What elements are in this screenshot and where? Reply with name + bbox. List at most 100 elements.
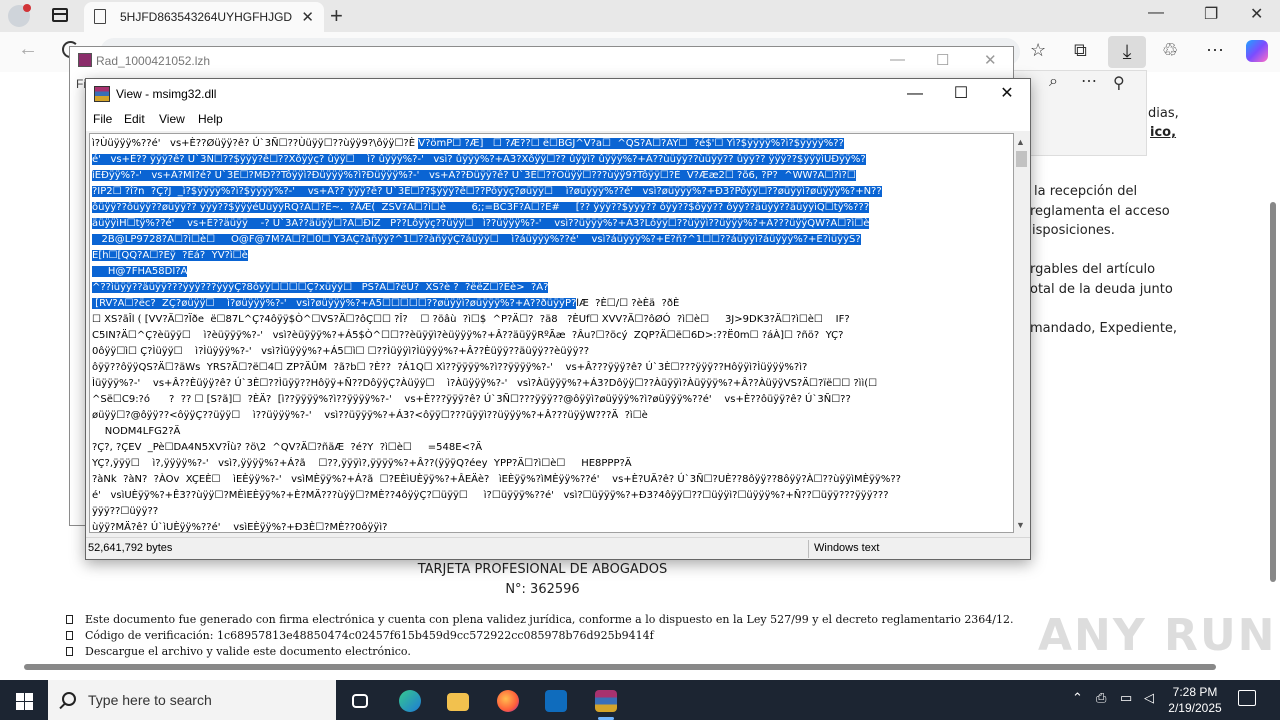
start-button[interactable] xyxy=(0,680,48,720)
selected-text[interactable]: H@7FHA58DI?Ä xyxy=(92,266,188,277)
doc-text-fragment: rgables del artículo xyxy=(1030,262,1156,277)
binary-text-line[interactable]: äüÿÿìH☐tÿ%??é' vs+È??äüÿÿ -? Ú`3Ä??äüÿÿ☐… xyxy=(92,216,1012,232)
binary-text-line[interactable]: C5IN?Ä☐^Ç?èüÿÿ☐ ì?èüÿÿÿ%?-' vsì?èüÿÿÿ%?+… xyxy=(92,328,1012,344)
binary-text-line[interactable]: NODM4LFG2?Ä xyxy=(92,424,1012,440)
more-options-icon[interactable]: ⋯ xyxy=(1206,40,1224,61)
taskbar-search-box[interactable]: Type here to search xyxy=(48,680,336,720)
selected-text[interactable]: ^??ìüÿÿ??äüÿÿ???ÿÿÿ???ÿÿÿÇ?8ôÿÿ☐☐☐☐Ç?xüÿ… xyxy=(92,282,549,293)
binary-text-line[interactable]: ^??ìüÿÿ??äüÿÿ???ÿÿÿ???ÿÿÿÇ?8ôÿÿ☐☐☐☐Ç?xüÿ… xyxy=(92,280,1012,296)
menu-help[interactable]: Help xyxy=(198,112,223,126)
page-horizontal-scrollbar[interactable] xyxy=(24,662,1224,671)
windows-logo-pane xyxy=(25,693,33,701)
binary-text-line[interactable]: Ë[h☐[QQ?Ä☐?Èÿ ?Éá? YV?ì☐è xyxy=(92,248,1012,264)
binary-text-line[interactable]: øüÿÿ☐?@ôÿÿ??<ôÿÿÇ??üÿÿ☐ ì??üÿÿÿ%?-' vsì?… xyxy=(92,408,1012,424)
profile-avatar[interactable] xyxy=(8,4,31,27)
tray-volume-icon[interactable]: ◁ xyxy=(1144,690,1154,706)
unselected-text: ☐ XS?ãÎl ( [VV?Ä☐?Ïðe ë☐87L^Ç?4ôÿÿ$Ò^☐VS… xyxy=(92,314,850,325)
scrollbar-thumb[interactable] xyxy=(1016,151,1027,167)
favorite-star-icon[interactable]: ☆ xyxy=(1030,40,1046,61)
binary-text-line[interactable]: é' vs+È?? ÿÿÿ?ê? Ú`3Ñ☐??$ÿÿÿ?ê☐??Xôÿÿç? … xyxy=(92,152,1012,168)
firefox-icon[interactable] xyxy=(488,684,528,720)
winrar-icon xyxy=(94,86,110,102)
selected-text[interactable]: äüÿÿìH☐tÿ%??é' vs+È??äüÿÿ -? Ú`3Ä??äüÿÿ☐… xyxy=(92,218,870,229)
collections-icon[interactable]: ⧉ xyxy=(1074,40,1087,61)
binary-text-line[interactable]: ÿÿÿ??☐üÿÿ?? xyxy=(92,504,1012,520)
new-tab-button[interactable]: + xyxy=(330,3,343,29)
binary-text-line[interactable]: Ìüÿÿÿ%?-' vs+Â??Èüÿÿ?ê? Ú`3È☐??Ìüÿÿ??Hôÿ… xyxy=(92,376,1012,392)
menu-edit[interactable]: Edit xyxy=(124,112,145,126)
tray-network-icon[interactable]: ▭ xyxy=(1120,690,1132,706)
menu-file[interactable]: File xyxy=(93,112,112,126)
bullet-text: Este documento fue generado con firma el… xyxy=(85,613,1014,626)
selected-text[interactable]: ôüÿÿ??ôüÿÿ??øüÿÿ?? ÿÿÿ??$ÿÿÿéÜüÿÿRQ?Ä☐?Ê… xyxy=(92,202,870,213)
rar-maximize-button[interactable]: ☐ xyxy=(936,51,949,69)
binary-text-view[interactable]: ì?Ùüÿÿÿ%??é' vs+È??Øüÿÿ?ê? Ú`3Ñ☐??Ùüÿÿ☐?… xyxy=(89,133,1014,533)
binary-text-line[interactable]: ôÿÿ??ôÿÿQS?Ä☐?äWs YRS?Ä☐?ë☐4☐ ZP?ÄÛM ?ã?… xyxy=(92,360,1012,376)
pdf-search-icon[interactable]: ⌕ xyxy=(1049,73,1058,91)
menu-view[interactable]: View xyxy=(159,112,185,126)
scrollbar-thumb[interactable] xyxy=(1270,202,1276,582)
browser-restore-button[interactable]: ❐ xyxy=(1204,4,1218,24)
pdf-pin-icon[interactable]: ⚲ xyxy=(1113,73,1125,93)
taskbar-clock[interactable]: 7:28 PM 2/19/2025 xyxy=(1160,684,1230,716)
scroll-up-arrow-icon[interactable]: ▲ xyxy=(1016,137,1025,147)
binary-text-line[interactable]: ôüÿÿ??ôüÿÿ??øüÿÿ?? ÿÿÿ??$ÿÿÿéÜüÿÿRQ?Ä☐?Ê… xyxy=(92,200,1012,216)
download-icon[interactable]: ⤓ xyxy=(1108,36,1146,68)
winrar-taskbar-icon[interactable] xyxy=(586,684,626,720)
binary-text-line[interactable]: YÇ?,ÿÿÿ☐ ì?,ÿÿÿÿ%?-' vsì?,ÿÿÿÿ%?+Á?ã ☐??… xyxy=(92,456,1012,472)
file-viewer-window[interactable]: View - msimg32.dll — ☐ ✕ File Edit View … xyxy=(85,78,1031,560)
binary-text-line[interactable]: [RV?Ä☐?ëc? ZÇ?øüÿÿ☐ ì?øüÿÿÿ%?-' vsì?øüÿÿ… xyxy=(92,296,1012,312)
pdf-more-icon[interactable]: ⋯ xyxy=(1081,71,1097,91)
profile-status-dot xyxy=(23,4,31,12)
viewer-minimize-button[interactable]: — xyxy=(892,82,938,106)
outlook-icon[interactable] xyxy=(536,684,576,720)
rar-minimize-button[interactable]: — xyxy=(890,51,905,68)
selected-text[interactable]: V?ömP☐ ?Æ] ☐ ?Æ??☐ ë☐BGJ^V?a☐ ^QS?Ä☐?ÁÝ☐… xyxy=(418,138,844,149)
status-divider xyxy=(808,540,809,558)
tray-chevron-icon[interactable]: ⌃ xyxy=(1072,690,1083,706)
scrollbar-thumb[interactable] xyxy=(24,664,1216,670)
scroll-down-arrow-icon[interactable]: ▼ xyxy=(1016,520,1025,530)
binary-text-line[interactable]: ìEÐÿÿ%?-' vs+Á?MÌ?é? Ú`3È☐?MÐ??Tôÿÿì?Ðüÿ… xyxy=(92,168,1012,184)
binary-text-line[interactable]: é' vsìUÈÿÿ%?+Ê3??ùÿÿ☐?MÈìEÈÿÿ%?+È?MÄ???ù… xyxy=(92,488,1012,504)
bullet-marker xyxy=(66,615,73,624)
viewer-menu-bar: File Edit View Help xyxy=(86,109,1030,131)
binary-text-line[interactable]: H@7FHA58DI?Ä xyxy=(92,264,1012,280)
binary-text-line[interactable]: 2B@LP9728?Ä☐?ì☐è☐ O@F@7M?Ä☐?☐0☐ Y3ÀÇ?àñÿ… xyxy=(92,232,1012,248)
tab-close-icon[interactable]: ✕ xyxy=(301,8,314,26)
edge-icon[interactable] xyxy=(390,684,430,720)
binary-text-line[interactable]: ☐ XS?ãÎl ( [VV?Ä☐?Ïðe ë☐87L^Ç?4ôÿÿ$Ò^☐VS… xyxy=(92,312,1012,328)
browser-tab-active[interactable]: 5HJFD863543264UYHGFHJGDF86 ✕ xyxy=(84,2,324,32)
selected-text[interactable]: ?ÏP2☐ ?î?n ?Ç?J _ì?$ÿÿÿÿ%?ì?$ÿÿÿÿ%?-' vs… xyxy=(92,186,882,197)
tab-actions-icon[interactable] xyxy=(52,8,68,22)
doc-text-fragment: la recepción del xyxy=(1034,184,1138,199)
viewer-maximize-button[interactable]: ☐ xyxy=(938,82,984,106)
binary-text-line[interactable]: ?àNk ?àN? ?ÀOv XÇEÈ☐ ìEÈÿÿ%?-' vsìMÈÿÿ%?… xyxy=(92,472,1012,488)
back-arrow-icon[interactable]: ← xyxy=(18,38,38,61)
doc-bullet-signature: Este documento fue generado con firma el… xyxy=(66,613,1014,626)
binary-text-line[interactable]: ùÿÿ?MÄ?ê? Ú`ìUÈÿÿ%??é' vsìEÈÿÿ%?+Ð3È☐?MÈ… xyxy=(92,520,1012,532)
viewer-close-button[interactable]: ✕ xyxy=(984,82,1030,106)
copilot-icon[interactable] xyxy=(1246,40,1268,62)
binary-text-line[interactable]: ?Ç?, ?ÇEV _Pè☐DA4N5XV?Îù? ?ö\2 ^QV?Ä☐?ñä… xyxy=(92,440,1012,456)
binary-text-line[interactable]: ^Së☐C9:?ó ? ?? ☐ [S?ã]☐ ?ÈÄ? [ì??ÿÿÿÿ%?ì… xyxy=(92,392,1012,408)
browser-minimize-button[interactable]: — xyxy=(1148,4,1164,22)
tray-device-icon[interactable]: ⎙ xyxy=(1096,690,1106,706)
binary-text-line[interactable]: ì?Ùüÿÿÿ%??é' vs+È??Øüÿÿ?ê? Ú`3Ñ☐??Ùüÿÿ☐?… xyxy=(92,136,1012,152)
page-vertical-scrollbar[interactable] xyxy=(1268,124,1278,594)
extensions-icon[interactable]: ♲ xyxy=(1162,40,1178,61)
selected-text[interactable]: 2B@LP9728?Ä☐?ì☐è☐ O@F@7M?Ä☐?☐0☐ Y3ÀÇ?àñÿ… xyxy=(92,234,861,245)
binary-text-line[interactable]: 0ôÿÿ☐ì☐ Ç?Ìüÿÿ☐ ì?Ìüÿÿÿ%?-' vsì?Ìüÿÿÿ%?+… xyxy=(92,344,1012,360)
binary-text-line[interactable]: ?ÏP2☐ ?î?n ?Ç?J _ì?$ÿÿÿÿ%?ì?$ÿÿÿÿ%?-' vs… xyxy=(92,184,1012,200)
selected-text[interactable]: [RV?Ä☐?ëc? ZÇ?øüÿÿ☐ ì?øüÿÿÿ%?-' vsì?øüÿÿ… xyxy=(92,298,577,309)
notification-icon[interactable] xyxy=(1238,690,1256,706)
selected-text[interactable]: é' vs+È?? ÿÿÿ?ê? Ú`3Ñ☐??$ÿÿÿ?ê☐??Xôÿÿç? … xyxy=(92,154,866,165)
rar-close-button[interactable]: ✕ xyxy=(984,51,997,69)
selected-text[interactable]: ìEÐÿÿ%?-' vs+Á?MÌ?é? Ú`3È☐?MÐ??Tôÿÿì?Ðüÿ… xyxy=(92,170,856,181)
selected-text[interactable]: Ë[h☐[QQ?Ä☐?Èÿ ?Éá? YV?ì☐è xyxy=(92,250,248,261)
viewer-vertical-scrollbar[interactable]: ▲ ▼ xyxy=(1014,135,1029,533)
task-view-icon[interactable] xyxy=(340,684,380,720)
browser-close-button[interactable]: ✕ xyxy=(1250,4,1263,24)
file-explorer-icon[interactable] xyxy=(438,684,478,720)
viewer-title-bar[interactable]: View - msimg32.dll — ☐ ✕ xyxy=(86,79,1030,109)
